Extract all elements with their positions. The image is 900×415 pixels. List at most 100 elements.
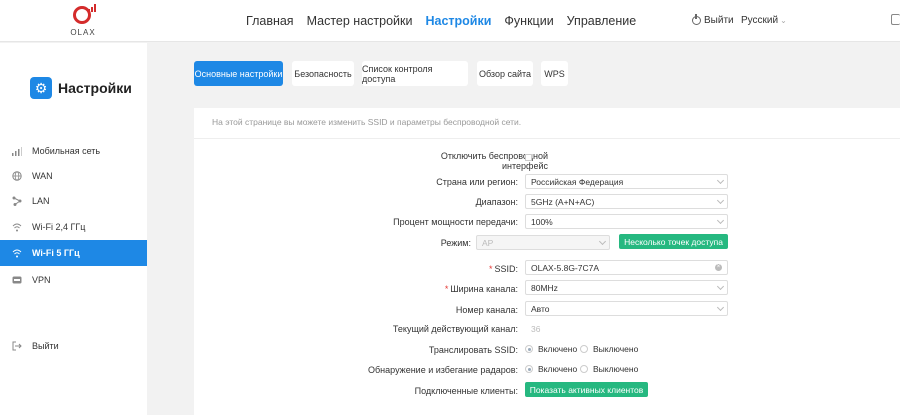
ssid-label: * SSID: [334,264,518,274]
logo-text: OLAX [70,28,96,37]
sidebar-item-wifi24[interactable]: Wi-Fi 2,4 ГГц [0,214,147,240]
header-logout-label: Выйти [704,15,734,26]
wifi-icon [11,248,22,259]
broadcast-label: Транслировать SSID: [428,345,518,355]
logout-icon [11,341,22,352]
divider [194,138,900,139]
vpn-icon [11,275,22,286]
country-select[interactable]: Российская Федерация [525,174,728,189]
exit-icon[interactable] [891,14,900,25]
lan-icon [11,196,22,207]
show-clients-button[interactable]: Показать активных клиентов [525,382,648,397]
clients-label: Подключенные клиенты: [414,386,518,396]
sidebar-title: ⚙ Настройки [30,77,132,99]
broadcast-on-label: Включено [538,344,578,354]
sidebar-item-mobile[interactable]: Мобильная сеть [0,138,147,164]
settings-panel: На этой странице вы можете изменить SSID… [194,108,900,415]
sidebar-item-wifi5[interactable]: Wi-Fi 5 ГГц [0,240,147,266]
broadcast-on-radio[interactable]: Включено [525,344,577,354]
gear-icon: ⚙ [30,77,52,99]
sidebar-logout[interactable]: Выйти [0,333,147,359]
radar-on-radio[interactable]: Включено [525,364,577,374]
disable-wireless-checkbox[interactable] [525,154,532,161]
globe-icon [11,171,22,182]
olax-logo[interactable]: OLAX [66,4,100,38]
radio-selected-icon [525,365,533,373]
radio-icon [580,365,588,373]
panel-description: На этой странице вы можете изменить SSID… [212,117,522,127]
chevron-down-icon [716,216,725,225]
tab-access-control[interactable]: Список контроля доступа [362,61,468,86]
mode-value: AP [482,237,494,248]
tab-security[interactable]: Безопасность [292,61,354,86]
header-logout[interactable]: Выйти [692,14,734,26]
sidebar-item-label: LAN [32,196,50,206]
sidebar-item-label: Wi-Fi 5 ГГц [32,248,80,258]
sidebar: ⚙ Настройки Мобильная сеть WAN LAN Wi-Fi… [0,43,147,415]
band-value: 5GHz (A+N+AC) [531,196,595,207]
sidebar-title-text: Настройки [58,80,132,96]
top-header: OLAX Главная Мастер настройки Настройки … [0,0,900,42]
band-label: Диапазон: [475,197,518,207]
broadcast-off-label: Выключено [593,344,639,354]
channel-label: Номер канала: [455,305,518,315]
chevron-down-icon [716,176,725,185]
channel-value: Авто [531,303,550,314]
multi-ap-button[interactable]: Несколько точек доступа [619,234,728,249]
nav-functions[interactable]: Функции [504,14,553,28]
disable-wireless-label-line2: интерфейс [502,161,548,171]
chevron-down-icon: ⌄ [780,16,787,25]
chevron-down-icon [598,237,607,246]
width-value: 80MHz [531,282,558,293]
language-label: Русский [741,15,779,26]
current-channel-value: 36 [531,324,541,334]
chevron-down-icon [716,196,725,205]
radar-off-radio[interactable]: Выключено [580,364,638,374]
broadcast-off-radio[interactable]: Выключено [580,344,638,354]
channel-select[interactable]: Авто [525,301,728,316]
language-select[interactable]: Русский ⌄ [741,15,787,26]
radar-label: Обнаружение и избегание радаров: [368,365,518,375]
tab-wps[interactable]: WPS [541,61,568,86]
logo-signal-icon [88,4,96,12]
power-label: Процент мощности передачи: [393,217,518,227]
country-value: Российская Федерация [531,176,624,187]
sidebar-item-wan[interactable]: WAN [0,163,147,189]
nav-wizard[interactable]: Мастер настройки [307,14,413,28]
mode-select: AP [476,235,610,250]
nav-home[interactable]: Главная [246,14,294,28]
disable-wireless-label-line1: Отключить беспроводной [440,151,548,161]
sidebar-item-label: WAN [32,171,53,181]
width-label: * Ширина канала: [334,284,518,294]
sidebar-item-label: Wi-Fi 2,4 ГГц [32,222,86,232]
sidebar-logout-label: Выйти [32,341,59,351]
chevron-down-icon [716,303,725,312]
ssid-value: OLAX-5.8G-7C7A [531,262,600,273]
power-icon [692,14,701,25]
nav-management[interactable]: Управление [567,14,637,28]
chevron-down-icon [716,282,725,291]
ssid-input[interactable]: OLAX-5.8G-7C7A × [525,260,728,275]
tab-site-survey[interactable]: Обзор сайта [477,61,533,86]
required-mark: * [444,284,449,294]
nav-settings[interactable]: Настройки [425,14,491,28]
band-select[interactable]: 5GHz (A+N+AC) [525,194,728,209]
power-select[interactable]: 100% [525,214,728,229]
mode-label: Режим: [440,238,471,248]
sidebar-item-vpn[interactable]: VPN [0,267,147,293]
radio-selected-icon [525,345,533,353]
required-mark: * [488,264,493,274]
radio-icon [580,345,588,353]
sidebar-item-label: VPN [32,275,51,285]
power-value: 100% [531,216,553,227]
channel-width-select[interactable]: 80MHz [525,280,728,295]
sidebar-item-label: Мобильная сеть [32,146,101,156]
signal-icon [11,146,22,157]
disable-wireless-label: Отключить беспроводной интерфейс [384,151,548,171]
country-label: Страна или регион: [436,177,518,187]
clear-icon[interactable]: × [715,264,722,271]
wifi-icon [11,222,22,233]
tab-basic-settings[interactable]: Основные настройки [194,61,283,86]
ssid-label-text: SSID: [494,264,518,274]
sidebar-item-lan[interactable]: LAN [0,188,147,214]
